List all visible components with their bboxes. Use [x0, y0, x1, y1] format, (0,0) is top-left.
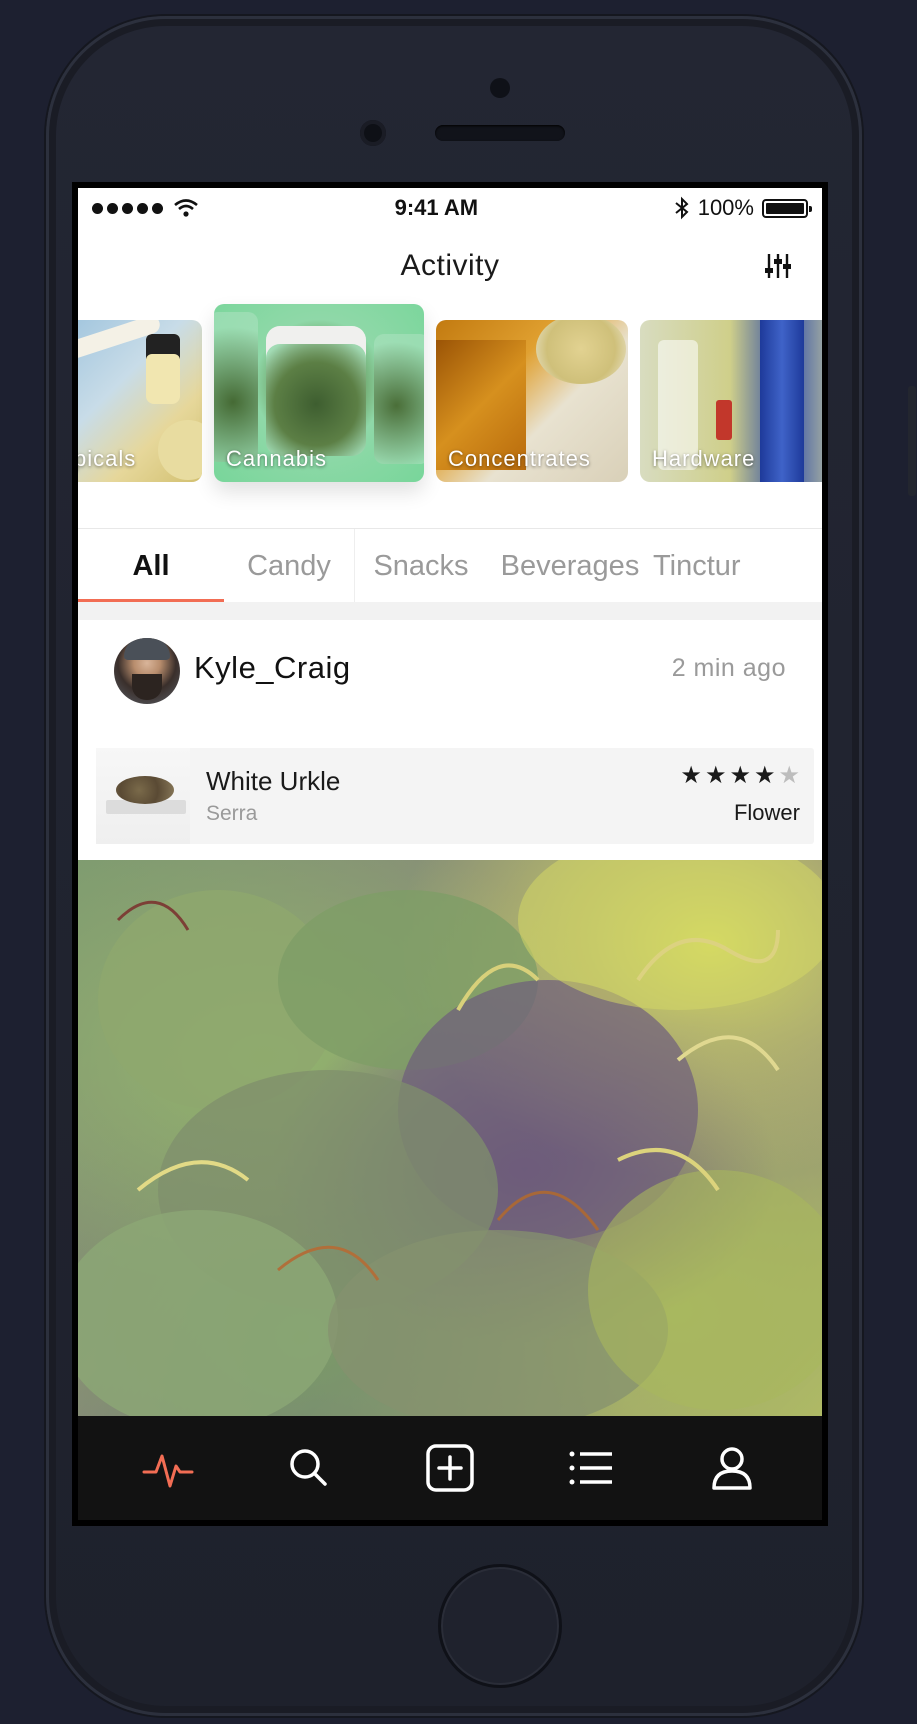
cannabis-jar-right-image	[374, 334, 424, 464]
star-icon: ★	[753, 762, 776, 789]
cannabis-jar-left-image	[214, 312, 258, 462]
signal-dot	[152, 202, 163, 214]
category-label: Concentrates	[448, 446, 591, 471]
status-right: 100%	[674, 195, 812, 221]
category-card-hardware[interactable]: Hardware	[640, 320, 822, 482]
tabbar-profile[interactable]	[700, 1436, 764, 1500]
product-type: Flower	[733, 800, 800, 825]
tabbar-add[interactable]	[418, 1436, 482, 1500]
post-username[interactable]: Kyle_Craig	[194, 650, 351, 686]
wifi-icon	[174, 199, 198, 217]
search-icon	[290, 1449, 327, 1486]
product-brand: Serra	[206, 802, 258, 825]
tabbar-search[interactable]	[277, 1436, 341, 1500]
category-card-cannabis[interactable]: Cannabis	[214, 304, 424, 482]
page-title: Activity	[400, 249, 500, 282]
cannabis-jar-image	[266, 326, 366, 456]
profile-icon	[711, 1447, 752, 1490]
tab-candy[interactable]: Candy	[224, 529, 354, 603]
status-bar: 9:41 AM 100%	[78, 188, 822, 228]
status-time: 9:41 AM	[394, 195, 479, 220]
section-divider	[78, 602, 822, 620]
earpiece-speaker	[435, 125, 565, 141]
category-label: picals	[74, 446, 137, 471]
star-icon: ★	[729, 762, 751, 789]
front-camera	[360, 120, 386, 146]
tab-snacks[interactable]: Snacks	[355, 529, 487, 603]
category-card-concentrates[interactable]: Concentrates	[436, 320, 628, 482]
battery-icon	[761, 198, 812, 218]
signal-dot	[122, 202, 133, 214]
list-icon	[569, 1451, 612, 1485]
home-button[interactable]	[438, 1564, 562, 1688]
post-timestamp: 2 min ago	[671, 654, 786, 682]
hardware-bong-image	[760, 320, 804, 482]
topicals-jar-image	[158, 420, 202, 480]
battery-level	[765, 202, 804, 214]
power-button	[908, 386, 916, 496]
activity-icon	[142, 1454, 194, 1488]
tab-all[interactable]: All	[78, 529, 224, 603]
tabbar-activity[interactable]	[136, 1436, 200, 1500]
product-thumbnail	[96, 748, 190, 844]
topicals-bottle-image	[146, 334, 180, 404]
nav-bar: Activity	[78, 236, 822, 296]
bluetooth-icon	[675, 196, 689, 220]
thumbnail-buds	[116, 776, 174, 804]
sliders-icon[interactable]	[762, 250, 794, 282]
star-icon: ★	[680, 762, 702, 789]
signal-strength	[92, 198, 199, 218]
post-header: Kyle_Craig 2 min ago	[78, 620, 822, 718]
tabbar-list[interactable]	[559, 1436, 623, 1500]
battery-percent: 100%	[697, 195, 754, 220]
category-label: Hardware	[652, 446, 756, 471]
signal-dot	[92, 202, 103, 214]
product-card[interactable]: White Urkle Serra ★ ★ ★ ★ ★ Flower	[96, 748, 814, 844]
post-photo[interactable]	[78, 860, 822, 1422]
cannabis-bud-photo	[78, 860, 822, 1422]
signal-dot	[137, 202, 148, 214]
avatar[interactable]	[114, 638, 180, 704]
category-carousel[interactable]: picals Cannabis Concentrates Hardware	[78, 298, 822, 482]
tab-beverages[interactable]: Beverages	[487, 529, 653, 603]
category-tabs: All Candy Snacks Beverages Tinctur	[78, 528, 822, 603]
star-empty-icon: ★	[778, 762, 800, 789]
app-screen: 9:41 AM 100% Activity picals Cannabis Co…	[72, 182, 828, 1526]
concentrates-crumble-image	[536, 320, 626, 384]
hardware-lighter-image	[716, 400, 732, 440]
avatar-beanie	[124, 638, 170, 660]
proximity-sensor	[490, 78, 510, 98]
avatar-beard	[132, 674, 162, 700]
category-label: Cannabis	[226, 446, 327, 471]
product-name: White Urkle	[206, 766, 341, 796]
star-icon: ★	[704, 762, 727, 789]
add-icon	[426, 1444, 474, 1492]
category-card-topicals[interactable]: picals	[74, 320, 202, 482]
signal-dot	[107, 202, 118, 214]
rating-stars: ★ ★ ★ ★ ★	[680, 764, 800, 788]
tab-tinctures[interactable]: Tinctur	[653, 529, 763, 603]
bottom-tab-bar	[78, 1416, 822, 1520]
